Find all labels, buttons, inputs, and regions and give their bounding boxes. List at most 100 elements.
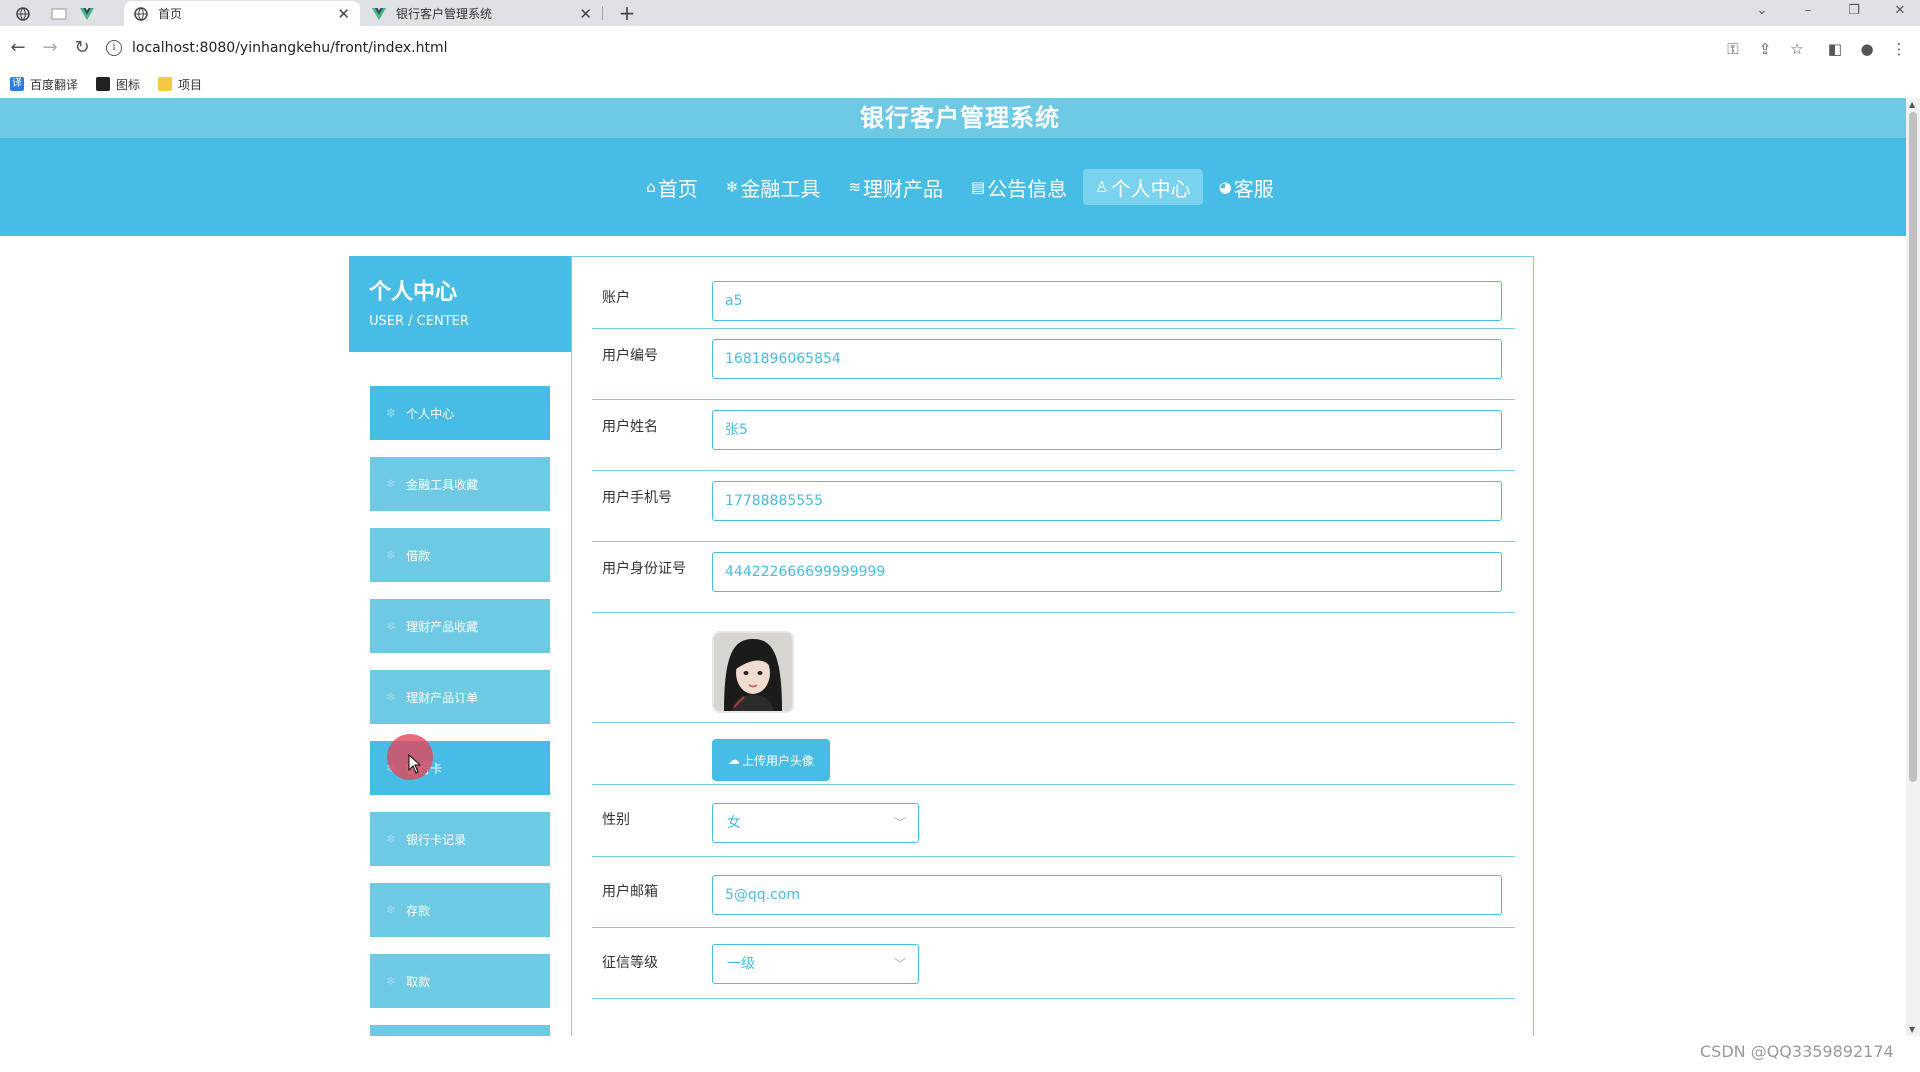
- bookmark-icons[interactable]: 图标: [96, 76, 140, 93]
- avatar: [712, 631, 794, 713]
- form-row-email: 用户邮箱 5@qq.com: [592, 857, 1515, 928]
- nav-label: 金融工具: [740, 176, 821, 201]
- nav-customer-service[interactable]: ◕ 客服: [1207, 169, 1286, 205]
- sidebar-item-label: 取款: [406, 974, 431, 989]
- nav-personal-center[interactable]: ♙ 个人中心: [1083, 169, 1203, 205]
- sidebar-item-withdraw[interactable]: ❄ 取款: [370, 954, 550, 1008]
- user-no-input[interactable]: 1681896065854: [712, 339, 1502, 379]
- sidebar-item-label: 借款: [406, 548, 431, 563]
- browser-tab-bar: 首页 ✕ 银行客户管理系统 ✕ + ⌄ – ❐ ✕: [0, 0, 1920, 26]
- bookmark-label: 图标: [116, 77, 141, 92]
- scrollbar-thumb[interactable]: [1909, 112, 1917, 782]
- form-row-upload: ☁ 上传用户头像: [592, 723, 1515, 785]
- folder-icon: [158, 77, 173, 91]
- phone-label: 用户手机号: [602, 490, 672, 506]
- sidebar-item-label: 理财产品订单: [406, 690, 479, 705]
- restore-button[interactable]: ❐: [1836, 0, 1872, 22]
- nav-label: 理财产品: [862, 176, 943, 201]
- sidebar-item-label: 个人中心: [406, 406, 455, 421]
- tab-title: 银行客户管理系统: [396, 7, 493, 21]
- scroll-up-icon[interactable]: ▲: [1909, 100, 1915, 109]
- star-icon[interactable]: ☆: [1788, 40, 1806, 58]
- home-icon: ⌂: [646, 178, 656, 196]
- upload-avatar-button[interactable]: ☁ 上传用户头像: [712, 739, 830, 781]
- minimize-button[interactable]: –: [1790, 0, 1826, 22]
- nav-wealth-products[interactable]: ≋ 理财产品: [836, 169, 955, 205]
- snowflake-icon: ❄: [725, 178, 739, 196]
- sidebar-item-label: 银行卡记录: [406, 832, 467, 847]
- sidebar-item-label: 存款: [406, 903, 431, 918]
- email-label: 用户邮箱: [602, 884, 658, 900]
- nav-home[interactable]: ⌂ 首页: [634, 169, 710, 205]
- url-field[interactable]: i localhost:8080/yinhangkehu/front/index…: [106, 33, 1776, 63]
- share-icon[interactable]: ⇪: [1756, 40, 1774, 58]
- phone-input[interactable]: 17788885555: [712, 481, 1502, 521]
- info-icon[interactable]: i: [106, 40, 122, 56]
- nav-announcements[interactable]: ▤ 公告信息: [959, 169, 1079, 205]
- tab-home[interactable]: 首页 ✕: [124, 1, 360, 26]
- close-icon[interactable]: ✕: [579, 5, 592, 23]
- scroll-down-icon[interactable]: ▼: [1909, 1025, 1915, 1034]
- profile-icon[interactable]: ●: [1858, 40, 1876, 58]
- site-title: 银行客户管理系统: [0, 98, 1920, 138]
- idcard-label: 用户身份证号: [602, 561, 686, 577]
- bookmarks-bar: 译 百度翻译 图标 项目: [0, 70, 1920, 98]
- sidebar-item-label: 理财产品收藏: [406, 619, 479, 634]
- key-icon[interactable]: ⚿: [1724, 40, 1742, 58]
- credit-level-select[interactable]: 一级 ﹀: [712, 944, 919, 984]
- bookmark-project[interactable]: 项目: [158, 76, 202, 93]
- reload-icon[interactable]: ↻: [70, 36, 94, 60]
- sidebar-item-more[interactable]: [370, 1025, 550, 1036]
- form-row-name: 用户姓名 张5: [592, 400, 1515, 471]
- name-input[interactable]: 张5: [712, 410, 1502, 450]
- sidebar-header: 个人中心 USER / CENTER: [349, 256, 571, 352]
- tab-title: 首页: [158, 7, 183, 21]
- profile-form: 账户 a5 用户编号 1681896065854 用户姓名 张5 用户手机号 1…: [571, 256, 1534, 1036]
- sidebar-item-bank-card-records[interactable]: ❄ 银行卡记录: [370, 812, 550, 866]
- idcard-input[interactable]: 444222666699999999: [712, 552, 1502, 592]
- sidebar: 个人中心 USER / CENTER ❄ 个人中心 ❄ 金融工具收藏 ❄ 借款 …: [349, 256, 571, 1036]
- tab-bank-system[interactable]: 银行客户管理系统 ✕: [362, 1, 602, 26]
- forward-icon[interactable]: →: [38, 36, 62, 60]
- gender-select[interactable]: 女 ﹀: [712, 803, 919, 843]
- tab-separator: [602, 6, 603, 20]
- url-text: localhost:8080/yinhangkehu/front/index.h…: [132, 40, 448, 56]
- tab-search-icon[interactable]: ⌄: [1744, 0, 1780, 22]
- back-icon[interactable]: ←: [6, 36, 30, 60]
- pinned-tab-blank[interactable]: [44, 2, 74, 26]
- pinned-tab-globe[interactable]: [8, 2, 38, 26]
- sidebar-item-loan[interactable]: ❄ 借款: [370, 528, 550, 582]
- new-tab-button[interactable]: +: [614, 0, 640, 26]
- sidebar-item-label: 金融工具收藏: [406, 477, 479, 492]
- account-label: 账户: [602, 290, 630, 306]
- account-input[interactable]: a5: [712, 281, 1502, 321]
- close-window-button[interactable]: ✕: [1882, 0, 1918, 22]
- menu-icon[interactable]: ⋮: [1890, 40, 1908, 58]
- email-input[interactable]: 5@qq.com: [712, 875, 1502, 915]
- form-row-avatar: [592, 613, 1515, 723]
- pinned-tab-vue[interactable]: [72, 2, 102, 26]
- name-label: 用户姓名: [602, 419, 658, 435]
- sidebar-item-product-orders[interactable]: ❄ 理财产品订单: [370, 670, 550, 724]
- sidebar-item-deposit[interactable]: ❄ 存款: [370, 883, 550, 937]
- side-panel-icon[interactable]: ◧: [1826, 40, 1844, 58]
- sidebar-item-personal-center[interactable]: ❄ 个人中心: [370, 386, 550, 440]
- form-row-account: 账户 a5: [592, 277, 1515, 329]
- watermark: CSDN @QQ3359892174: [1700, 1042, 1894, 1061]
- vue-icon: [372, 7, 386, 21]
- close-icon[interactable]: ✕: [337, 5, 350, 23]
- nav-financial-tools[interactable]: ❄ 金融工具: [714, 169, 833, 205]
- main-nav: ⌂ 首页 ❄ 金融工具 ≋ 理财产品 ▤ 公告信息 ♙ 个人中心 ◕ 客服: [0, 138, 1920, 236]
- snowflake-icon: ❄: [386, 974, 397, 988]
- chevron-down-icon: ﹀: [893, 816, 906, 830]
- bookmark-label: 百度翻译: [30, 77, 79, 92]
- bookmark-baidu-translate[interactable]: 译 百度翻译: [10, 76, 78, 93]
- web-page: 银行客户管理系统 ⌂ 首页 ❄ 金融工具 ≋ 理财产品 ▤ 公告信息 ♙ 个人中…: [0, 98, 1920, 1036]
- sidebar-subtitle: USER / CENTER: [369, 314, 469, 329]
- nav-label: 首页: [657, 176, 698, 201]
- form-row-idcard: 用户身份证号 444222666699999999: [592, 542, 1515, 613]
- snowflake-icon: ❄: [386, 619, 397, 633]
- sidebar-item-product-favorites[interactable]: ❄ 理财产品收藏: [370, 599, 550, 653]
- sidebar-item-tool-favorites[interactable]: ❄ 金融工具收藏: [370, 457, 550, 511]
- page-scrollbar[interactable]: ▲ ▼: [1906, 98, 1920, 1036]
